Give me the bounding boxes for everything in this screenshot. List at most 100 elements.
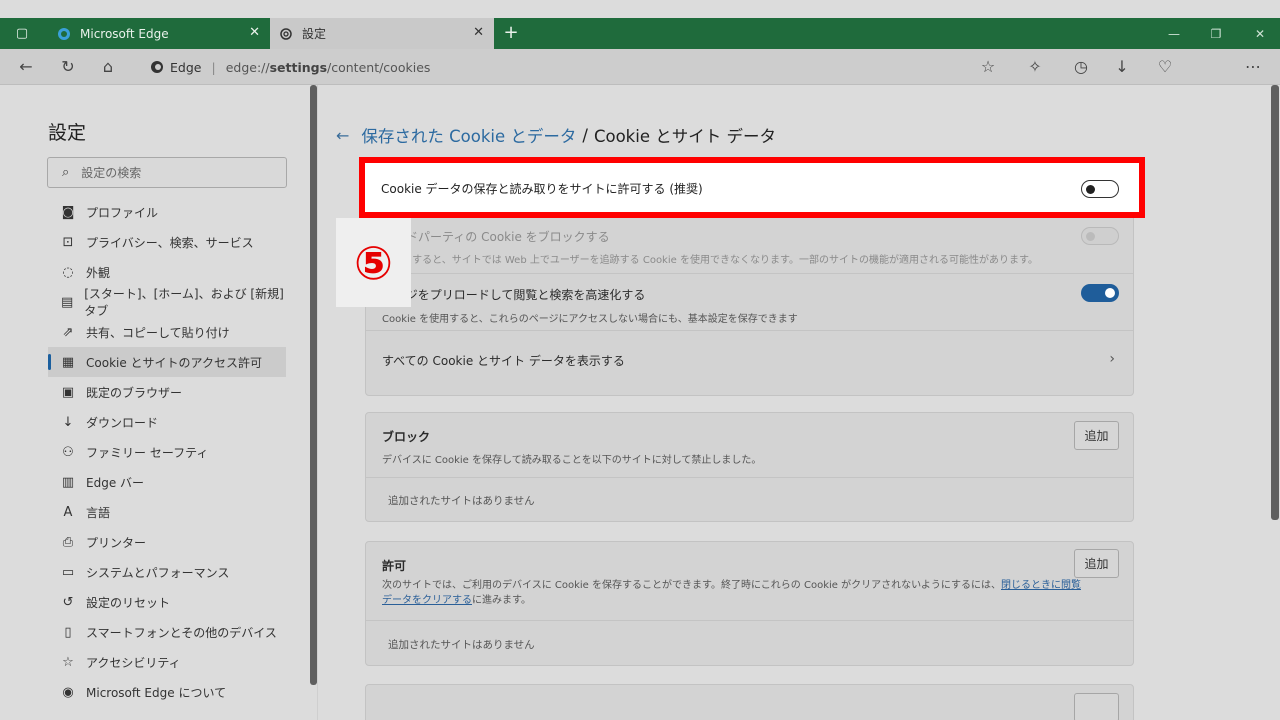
home-icon[interactable]: ⌂ xyxy=(98,57,118,77)
setting-title: ページをプリロードして閲覧と検索を高速化する xyxy=(382,288,646,302)
reset-icon: ↺ xyxy=(62,594,74,610)
sidebar-nav: ◙ プロファイル ⊡ プライバシー、検索、サービス ◌ 外観 ▤ [スタート]、[ホーム… xyxy=(48,197,286,707)
sidebar-title: 設定 xyxy=(48,122,87,144)
sidebar-item-label: [スタート]、[ホーム]、および [新規] タブ xyxy=(84,287,284,318)
close-icon[interactable]: ✕ xyxy=(473,25,484,40)
sidebar-item-label: システムとパフォーマンス xyxy=(86,565,230,580)
close-window-icon[interactable]: ✕ xyxy=(1250,25,1270,43)
sidebar-item-language[interactable]: A 言語 xyxy=(48,497,286,527)
browser-essentials-icon[interactable]: ♡ xyxy=(1155,57,1175,77)
family-icon: ⚇ xyxy=(62,444,74,460)
sidebar-item-appearance[interactable]: ◌ 外観 xyxy=(48,257,286,287)
back-arrow-icon[interactable]: ← xyxy=(336,126,349,145)
setting-title: すべての Cookie とサイト データを表示する xyxy=(382,354,625,368)
sidebar-item-start-home[interactable]: ▤ [スタート]、[ホーム]、および [新規] タブ xyxy=(48,287,286,318)
edge-logo-icon xyxy=(151,61,163,73)
settings-search-input[interactable]: ⌕ 設定の検索 xyxy=(47,157,287,188)
close-icon[interactable]: ✕ xyxy=(249,25,260,40)
new-tab-button[interactable]: + xyxy=(500,22,522,44)
sidebar-item-family[interactable]: ⚇ ファミリー セーフティ xyxy=(48,437,286,467)
sidebar-item-system[interactable]: ▭ システムとパフォーマンス xyxy=(48,557,286,587)
address-bar[interactable]: Edge | edge://settings/content/cookies xyxy=(134,54,994,80)
allow-cookies-label: Cookie データの保存と読み取りをサイトに許可する (推奨) xyxy=(381,182,703,196)
sidebar-item-privacy[interactable]: ⊡ プライバシー、検索、サービス xyxy=(48,227,286,257)
toggle-knob xyxy=(1086,185,1095,194)
allow-cookies-toggle[interactable] xyxy=(1081,180,1119,198)
more-menu-icon[interactable]: ⋯ xyxy=(1243,57,1263,77)
sidebar-item-printer[interactable]: ⎙ プリンター xyxy=(48,527,286,557)
breadcrumb-parent-link[interactable]: 保存された Cookie とデータ xyxy=(361,123,576,147)
site-label: Edge xyxy=(170,59,202,75)
tab-title: 設定 xyxy=(302,27,327,41)
divider xyxy=(366,620,1133,621)
sidebar-item-reset[interactable]: ↺ 設定のリセット xyxy=(48,587,286,617)
site-info[interactable]: Edge xyxy=(134,60,201,75)
sidebar-item-cookies[interactable]: ▦ Cookie とサイトのアクセス許可 xyxy=(48,347,286,377)
search-icon: ⌕ xyxy=(62,165,70,180)
sidebar-item-edge-bar[interactable]: ▥ Edge バー xyxy=(48,467,286,497)
setting-desc: Cookie を使用すると、これらのページにアクセスしない場合にも、基本設定を保… xyxy=(382,314,798,325)
restore-icon[interactable]: ❐ xyxy=(1206,25,1226,43)
tab-microsoft-edge[interactable]: Microsoft Edge ✕ xyxy=(48,18,270,49)
downloads-icon[interactable]: ↓ xyxy=(1112,57,1132,77)
tab-settings[interactable]: 設定 ✕ xyxy=(270,18,494,49)
block-third-party-toggle[interactable] xyxy=(1081,227,1119,245)
divider xyxy=(366,477,1133,478)
next-card xyxy=(365,684,1134,720)
gear-icon xyxy=(278,26,294,42)
sidebar-item-label: 言語 xyxy=(86,505,111,520)
favorite-star-icon[interactable]: ☆ xyxy=(978,57,998,77)
page-scrollbar[interactable] xyxy=(1271,85,1279,520)
appearance-icon: ◌ xyxy=(62,264,74,280)
sidebar-scrollbar[interactable] xyxy=(310,85,317,685)
sidebar-item-label: Cookie とサイトのアクセス許可 xyxy=(86,355,262,370)
tab-actions-icon[interactable]: ▢ xyxy=(12,24,32,44)
sidebar-item-label: Edge バー xyxy=(86,475,145,490)
profile-icon: ◙ xyxy=(61,204,75,220)
sidebar-item-about[interactable]: ◉ Microsoft Edge について xyxy=(48,677,286,707)
refresh-icon[interactable]: ↻ xyxy=(58,57,78,77)
edge-window: ▢ Microsoft Edge ✕ 設定 ✕ + — ❐ ✕ ← ↻ ⌂ Ed… xyxy=(0,0,1280,720)
sidebar-item-share[interactable]: ⇗ 共有、コピーして貼り付け xyxy=(48,317,286,347)
sidebar-item-default-browser[interactable]: ▣ 既定のブラウザー xyxy=(48,377,286,407)
setting-desc: 有効にすると、サイトでは Web 上でユーザーを追跡する Cookie を使用で… xyxy=(382,255,1038,266)
minimize-icon[interactable]: — xyxy=(1164,25,1184,43)
setting-block-third-party: サードパーティの Cookie をブロックする 有効にすると、サイトでは Web… xyxy=(366,217,1133,273)
toggle-knob xyxy=(1086,232,1095,241)
settings-sidebar: 設定 ⌕ 設定の検索 ◙ プロファイル ⊡ プライバシー、検索、サービス ◌ 外観 ▤… xyxy=(0,85,318,720)
toggle-knob xyxy=(1105,288,1115,298)
block-empty-text: 追加されたサイトはありません xyxy=(388,495,535,507)
url-host: settings xyxy=(269,59,328,75)
url-scheme: edge:// xyxy=(225,59,270,75)
sidebar-item-label: 設定のリセット xyxy=(86,595,171,610)
sidebar-item-phone[interactable]: ▯ スマートフォンとその他のデバイス xyxy=(48,617,286,647)
allow-desc-text: に進みます。 xyxy=(472,595,531,606)
step-number: ⑤ xyxy=(354,235,393,290)
sidebar-item-label: 外観 xyxy=(86,265,111,280)
history-icon[interactable]: ◷ xyxy=(1071,57,1091,77)
see-all-cookies-row[interactable]: すべての Cookie とサイト データを表示する › xyxy=(366,331,1133,395)
sidebar-item-profile[interactable]: ◙ プロファイル xyxy=(48,197,286,227)
sidebar-item-accessibility[interactable]: ☆ アクセシビリティ xyxy=(48,647,286,677)
back-icon[interactable]: ← xyxy=(16,57,36,77)
breadcrumb-separator: / xyxy=(582,125,588,145)
block-add-button[interactable]: 追加 xyxy=(1074,421,1119,450)
preload-toggle[interactable] xyxy=(1081,284,1119,302)
tab-strip: ▢ Microsoft Edge ✕ 設定 ✕ + — ❐ ✕ xyxy=(0,18,1280,49)
url-path: /content/cookies xyxy=(327,59,431,75)
highlighted-setting: Cookie データの保存と読み取りをサイトに許可する (推奨) xyxy=(359,157,1145,218)
lock-icon: ⊡ xyxy=(62,234,74,250)
sidebar-item-label: 既定のブラウザー xyxy=(86,385,183,400)
address-toolbar: ← ↻ ⌂ Edge | edge://settings/content/coo… xyxy=(0,49,1280,85)
sidebar-item-label: プライバシー、検索、サービス xyxy=(86,235,254,250)
sidebar-item-downloads[interactable]: ↓ ダウンロード xyxy=(48,407,286,437)
sidebar-item-label: プリンター xyxy=(86,535,147,550)
extensions-icon[interactable]: ✧ xyxy=(1025,57,1045,77)
allow-title: 許可 xyxy=(382,559,407,573)
edge-bar-icon: ▥ xyxy=(61,474,75,490)
allow-add-button[interactable]: 追加 xyxy=(1074,549,1119,578)
allow-empty-text: 追加されたサイトはありません xyxy=(388,639,535,651)
next-add-button[interactable] xyxy=(1074,693,1119,720)
site-permissions-icon: ▦ xyxy=(61,354,75,370)
language-icon: A xyxy=(63,504,73,520)
